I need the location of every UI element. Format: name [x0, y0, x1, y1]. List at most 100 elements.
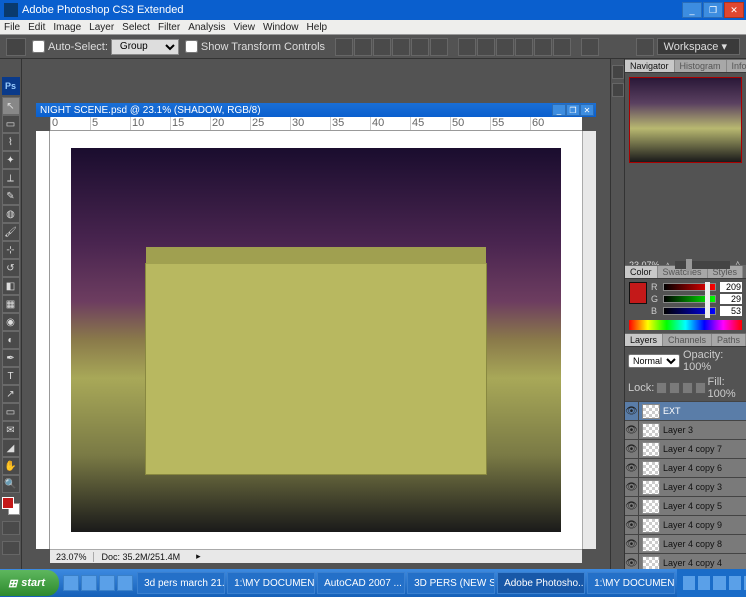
align-hcenter-button[interactable]	[411, 38, 429, 56]
layer-row[interactable]: 👁Layer 4 copy 8	[625, 535, 746, 554]
layer-row[interactable]: 👁Layer 4 copy 7	[625, 440, 746, 459]
color-fg-swatch[interactable]	[629, 282, 647, 304]
lock-pixels-button[interactable]	[669, 382, 680, 394]
taskbar-task[interactable]: 1:\MY DOCUMEN...	[227, 572, 315, 594]
distribute-vcenter-button[interactable]	[477, 38, 495, 56]
tab-histogram[interactable]: Histogram	[675, 60, 727, 72]
r-slider[interactable]	[663, 283, 716, 291]
notes-tool[interactable]: ✉	[2, 421, 20, 439]
align-right-button[interactable]	[430, 38, 448, 56]
tab-paths[interactable]: Paths	[712, 334, 746, 346]
zoom-tool[interactable]: 🔍	[2, 475, 20, 493]
ql-icon[interactable]	[99, 575, 115, 591]
menu-window[interactable]: Window	[263, 22, 299, 33]
auto-select-option[interactable]: Auto-Select: Group	[32, 39, 179, 55]
g-slider[interactable]	[663, 295, 716, 303]
layer-row[interactable]: 👁Layer 4 copy 6	[625, 459, 746, 478]
lock-transparent-button[interactable]	[656, 382, 667, 394]
color-swatches[interactable]	[2, 497, 20, 515]
workspace-selector[interactable]: Workspace ▾	[636, 38, 740, 56]
align-top-button[interactable]	[335, 38, 353, 56]
opacity-value[interactable]: 100%	[683, 361, 711, 373]
layer-thumb[interactable]	[642, 404, 660, 419]
tab-layers[interactable]: Layers	[625, 334, 663, 346]
visibility-toggle[interactable]: 👁	[625, 497, 639, 515]
layer-thumb[interactable]	[642, 442, 660, 457]
tab-color[interactable]: Color	[625, 266, 658, 278]
layer-thumb[interactable]	[642, 537, 660, 552]
taskbar-task[interactable]: 3d pers march 21...	[137, 572, 225, 594]
align-vcenter-button[interactable]	[354, 38, 372, 56]
layer-row[interactable]: 👁Layer 4 copy 3	[625, 478, 746, 497]
history-brush-tool[interactable]: ↺	[2, 259, 20, 277]
layer-thumb[interactable]	[642, 423, 660, 438]
minimize-button[interactable]: _	[682, 2, 702, 18]
ql-icon[interactable]	[117, 575, 133, 591]
layer-thumb[interactable]	[642, 480, 660, 495]
doc-close-button[interactable]: ✕	[580, 104, 594, 116]
menu-analysis[interactable]: Analysis	[188, 22, 225, 33]
menu-select[interactable]: Select	[122, 22, 150, 33]
status-zoom[interactable]: 23.07%	[50, 552, 94, 562]
menu-image[interactable]: Image	[53, 22, 81, 33]
dock-icon-1[interactable]	[612, 65, 624, 79]
distribute-right-button[interactable]	[553, 38, 571, 56]
gradient-tool[interactable]: ▦	[2, 295, 20, 313]
ql-icon[interactable]	[81, 575, 97, 591]
eyedropper-tool[interactable]: ◢	[2, 439, 20, 457]
visibility-toggle[interactable]: 👁	[625, 535, 639, 553]
fill-value[interactable]: 100%	[708, 388, 736, 400]
path-tool[interactable]: ↗	[2, 385, 20, 403]
show-transform-checkbox[interactable]	[185, 40, 198, 53]
navigator-preview[interactable]	[629, 77, 742, 163]
menu-filter[interactable]: Filter	[158, 22, 180, 33]
distribute-hcenter-button[interactable]	[534, 38, 552, 56]
start-button[interactable]: ⊞ start	[0, 570, 59, 596]
navigator-zoom-slider[interactable]	[675, 261, 730, 269]
marquee-tool[interactable]: ▭	[2, 115, 20, 133]
lock-all-button[interactable]	[695, 382, 706, 394]
visibility-toggle[interactable]: 👁	[625, 478, 639, 496]
lasso-tool[interactable]: ⌇	[2, 133, 20, 151]
auto-align-button[interactable]	[581, 38, 599, 56]
distribute-left-button[interactable]	[515, 38, 533, 56]
tab-info[interactable]: Info	[727, 60, 746, 72]
show-transform-option[interactable]: Show Transform Controls	[185, 40, 325, 53]
lock-position-button[interactable]	[682, 382, 693, 394]
brush-tool[interactable]: 🖌	[2, 223, 20, 241]
b-value[interactable]: 53	[720, 306, 742, 316]
taskbar-task[interactable]: AutoCAD 2007 ...	[317, 572, 405, 594]
layer-thumb[interactable]	[642, 518, 660, 533]
layer-row[interactable]: 👁Layer 4 copy 5	[625, 497, 746, 516]
doc-maximize-button[interactable]: ❐	[566, 104, 580, 116]
tray-icon[interactable]	[713, 576, 725, 590]
distribute-top-button[interactable]	[458, 38, 476, 56]
tab-channels[interactable]: Channels	[663, 334, 712, 346]
visibility-toggle[interactable]: 👁	[625, 459, 639, 477]
menu-help[interactable]: Help	[307, 22, 328, 33]
layer-row[interactable]: 👁EXT	[625, 402, 746, 421]
slice-tool[interactable]: ✎	[2, 187, 20, 205]
tray-icon[interactable]	[729, 576, 741, 590]
ql-icon[interactable]	[63, 575, 79, 591]
document-titlebar[interactable]: NIGHT SCENE.psd @ 23.1% (SHADOW, RGB/8) …	[36, 103, 596, 117]
auto-select-checkbox[interactable]	[32, 40, 45, 53]
maximize-button[interactable]: ❐	[703, 2, 723, 18]
screenmode-toggle[interactable]	[2, 541, 20, 555]
document-canvas[interactable]	[50, 131, 582, 549]
heal-tool[interactable]: ◍	[2, 205, 20, 223]
menu-edit[interactable]: Edit	[28, 22, 45, 33]
visibility-toggle[interactable]: 👁	[625, 421, 639, 439]
distribute-bottom-button[interactable]	[496, 38, 514, 56]
stamp-tool[interactable]: ⊹	[2, 241, 20, 259]
visibility-toggle[interactable]: 👁	[625, 440, 639, 458]
taskbar-task[interactable]: Adobe Photosho...	[497, 572, 585, 594]
taskbar-task[interactable]: 3D PERS (NEW S...	[407, 572, 495, 594]
wand-tool[interactable]: ✦	[2, 151, 20, 169]
r-value[interactable]: 209	[720, 282, 742, 292]
auto-select-dropdown[interactable]: Group	[111, 39, 179, 55]
hand-tool[interactable]: ✋	[2, 457, 20, 475]
layer-row[interactable]: 👁Layer 4 copy 9	[625, 516, 746, 535]
type-tool[interactable]: T	[2, 367, 20, 385]
eraser-tool[interactable]: ◧	[2, 277, 20, 295]
